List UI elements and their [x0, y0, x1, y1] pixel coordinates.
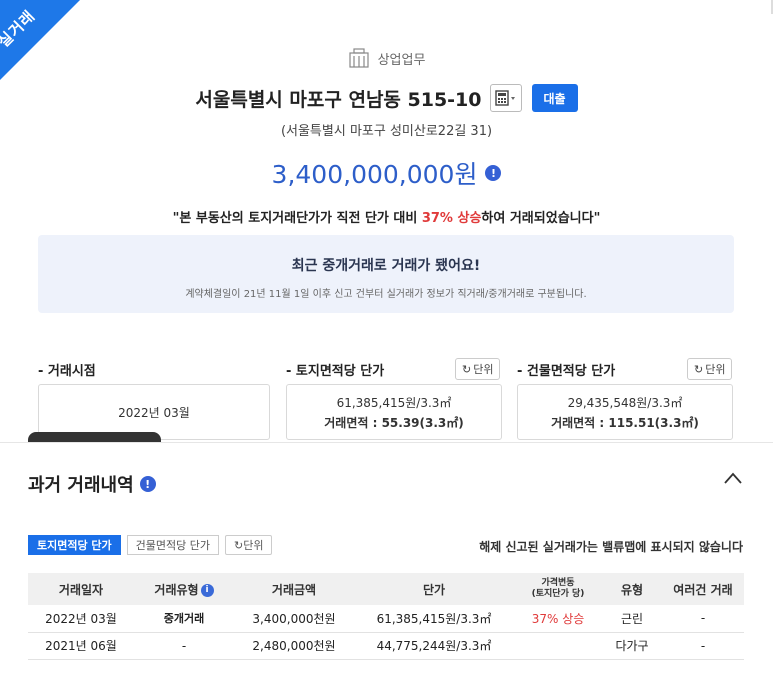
land-unit-button[interactable]: ↻ 단위 — [455, 358, 501, 380]
brokered-notice: 최근 중개거래로 거래가 됐어요! 계약체결일이 21년 11월 1일 이후 신… — [38, 235, 734, 313]
col-change-sub: (토지단가 당) — [531, 589, 585, 599]
building-price-label: - 건물면적당 단가 — [517, 364, 616, 379]
land-unit-price: 61,385,415원/3.3㎡ — [336, 395, 452, 410]
col-change: 가격변동 (토지단가 당) — [514, 573, 602, 605]
chevron-up-icon[interactable] — [723, 471, 743, 485]
building-price-box: 29,435,548원/3.3㎡ 거래면적 : 115.51(3.3㎡) — [517, 384, 733, 440]
col-date: 거래일자 — [28, 573, 134, 605]
tab-land-price[interactable]: 토지면적당 단가 — [28, 535, 121, 555]
cell-kind: 근린 — [602, 605, 662, 633]
cell-change — [514, 632, 602, 660]
building-unit-price: 29,435,548원/3.3㎡ — [567, 395, 683, 410]
unit-label: 단위 — [473, 363, 494, 376]
table-row[interactable]: 2021년 06월 - 2,480,000천원 44,775,244원/3.3㎡… — [28, 632, 744, 660]
property-header: 상업업무 서울특별시 마포구 연남동 515-10 대출 (서울특별시 마포구 … — [0, 48, 773, 226]
calculator-icon — [494, 90, 515, 106]
table-header: 거래일자 거래유형 i 거래금액 단가 가격변동 (토지단가 당) 유형 여러건 거… — [28, 573, 744, 605]
page-title: 서울특별시 마포구 연남동 515-10 — [195, 88, 482, 111]
cell-amount: 3,400,000천원 — [234, 605, 354, 633]
cell-unit-price: 61,385,415원/3.3㎡ — [354, 605, 514, 633]
unit-label: 단위 — [243, 539, 264, 552]
deal-date-label: - 거래시점 — [38, 364, 96, 379]
refresh-icon: ↻ — [462, 362, 472, 376]
col-unit-price: 단가 — [354, 573, 514, 605]
table-row[interactable]: 2022년 03월 중개거래 3,400,000천원 61,385,415원/3… — [28, 605, 744, 633]
quote-text-post: 하여 거래되었습니다" — [481, 211, 601, 226]
col-amount: 거래금액 — [234, 573, 354, 605]
quote-text-pre: "본 부동산의 토지거래단가가 직전 단가 대비 — [172, 211, 422, 226]
col-type-label: 거래유형 — [154, 582, 199, 597]
cell-type: 중개거래 — [134, 605, 234, 633]
notice-subtitle: 계약체결일이 21년 11월 1일 이후 신고 건부터 실거래가 정보가 직거래… — [185, 289, 587, 300]
col-type: 거래유형 i — [134, 573, 234, 605]
price-info-icon[interactable]: ! — [485, 165, 502, 181]
cell-multi: - — [662, 605, 744, 633]
cancel-notice: 해제 신고된 실거래가는 밸류맵에 표시되지 않습니다 — [479, 540, 743, 554]
notice-title: 최근 중개거래로 거래가 됐어요! — [291, 258, 481, 274]
history-panel: 과거 거래내역 ! 토지면적당 단가 건물면적당 단가 ↻ 단위 해제 신고된 실… — [0, 442, 773, 682]
cell-kind: 다가구 — [602, 632, 662, 660]
cell-amount: 2,480,000천원 — [234, 632, 354, 660]
history-title-text: 과거 거래내역 — [28, 475, 134, 496]
land-area: 거래면적 : 55.39(3.3㎡) — [324, 415, 464, 430]
refresh-icon: ↻ — [694, 362, 704, 376]
history-title: 과거 거래내역 ! — [28, 471, 156, 497]
land-price-box: 61,385,415원/3.3㎡ 거래면적 : 55.39(3.3㎡) — [286, 384, 502, 440]
history-unit-button[interactable]: ↻ 단위 — [225, 535, 273, 555]
col-change-label: 가격변동 — [541, 578, 575, 589]
price-change-quote: "본 부동산의 토지거래단가가 직전 단가 대비 37% 상승하여 거래되었습니… — [0, 207, 773, 226]
history-tabs: 토지면적당 단가 건물면적당 단가 ↻ 단위 — [28, 535, 273, 555]
category: 상업업무 — [0, 48, 773, 68]
building-unit-button[interactable]: ↻ 단위 — [687, 358, 733, 380]
road-address: (서울특별시 마포구 성미산로22길 31) — [280, 124, 493, 139]
building-icon — [348, 48, 369, 68]
history-table: 거래일자 거래유형 i 거래금액 단가 가격변동 (토지단가 당) 유형 여러건 거… — [28, 573, 744, 660]
cell-unit-price: 44,775,244원/3.3㎡ — [354, 632, 514, 660]
tab-building-price[interactable]: 건물면적당 단가 — [126, 535, 220, 555]
history-info-icon[interactable]: ! — [139, 476, 156, 492]
cell-date: 2022년 03월 — [28, 605, 134, 633]
calculator-button[interactable] — [489, 84, 522, 112]
refresh-icon: ↻ — [234, 538, 244, 552]
cell-change: 37% 상승 — [514, 605, 602, 633]
quote-highlight: 37% 상승 — [421, 211, 482, 226]
loan-button[interactable]: 대출 — [531, 84, 578, 112]
category-label: 상업업무 — [377, 52, 426, 68]
info-icon[interactable]: i — [200, 583, 214, 597]
cell-multi: - — [662, 632, 744, 660]
cell-date: 2021년 06월 — [28, 632, 134, 660]
building-area: 거래면적 : 115.51(3.3㎡) — [551, 415, 699, 430]
col-kind: 유형 — [602, 573, 662, 605]
land-price-label: - 토지면적당 단가 — [286, 364, 385, 379]
cell-type: - — [134, 632, 234, 660]
col-multi: 여러건 거래 — [662, 573, 744, 605]
deal-date-value: 2022년 03월 — [118, 405, 190, 420]
unit-label: 단위 — [705, 363, 726, 376]
deal-price: 3,400,000,000원 — [271, 160, 478, 189]
